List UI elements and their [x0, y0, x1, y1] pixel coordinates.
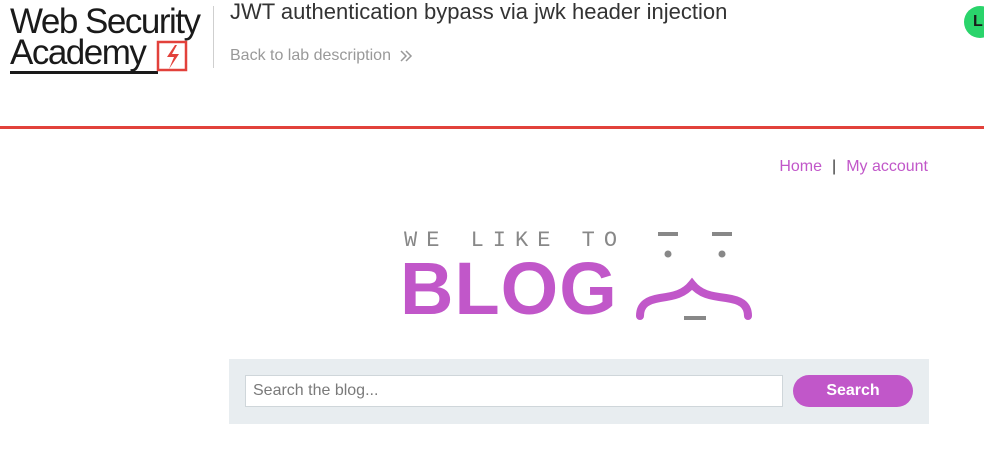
- lab-status-badge: L: [964, 6, 984, 38]
- header-divider: [213, 6, 214, 68]
- banner-word: BLOG: [400, 247, 618, 330]
- nav-separator: |: [832, 158, 837, 175]
- search-button[interactable]: Search: [793, 375, 913, 407]
- smiley-face-icon: [636, 232, 752, 320]
- lab-title: JWT authentication bypass via jwk header…: [230, 0, 728, 24]
- nav-home-link[interactable]: Home: [779, 158, 822, 176]
- logo-text-line2: Academy: [10, 33, 147, 72]
- search-input[interactable]: [245, 375, 783, 407]
- logo-underline: [10, 71, 158, 74]
- double-chevron-right-icon: [400, 50, 413, 62]
- back-link-label: Back to lab description: [230, 47, 391, 64]
- lightning-bolt-icon: [156, 40, 188, 72]
- back-to-lab-description-link[interactable]: Back to lab description: [230, 47, 413, 65]
- web-security-academy-logo[interactable]: Web Security Academy: [10, 4, 210, 76]
- header-accent-line: [0, 126, 984, 129]
- blog-banner: WE LIKE TO BLOG: [400, 228, 760, 330]
- top-navigation: Home | My account: [779, 158, 928, 176]
- nav-my-account-link[interactable]: My account: [846, 158, 928, 176]
- search-panel: Search: [229, 359, 929, 424]
